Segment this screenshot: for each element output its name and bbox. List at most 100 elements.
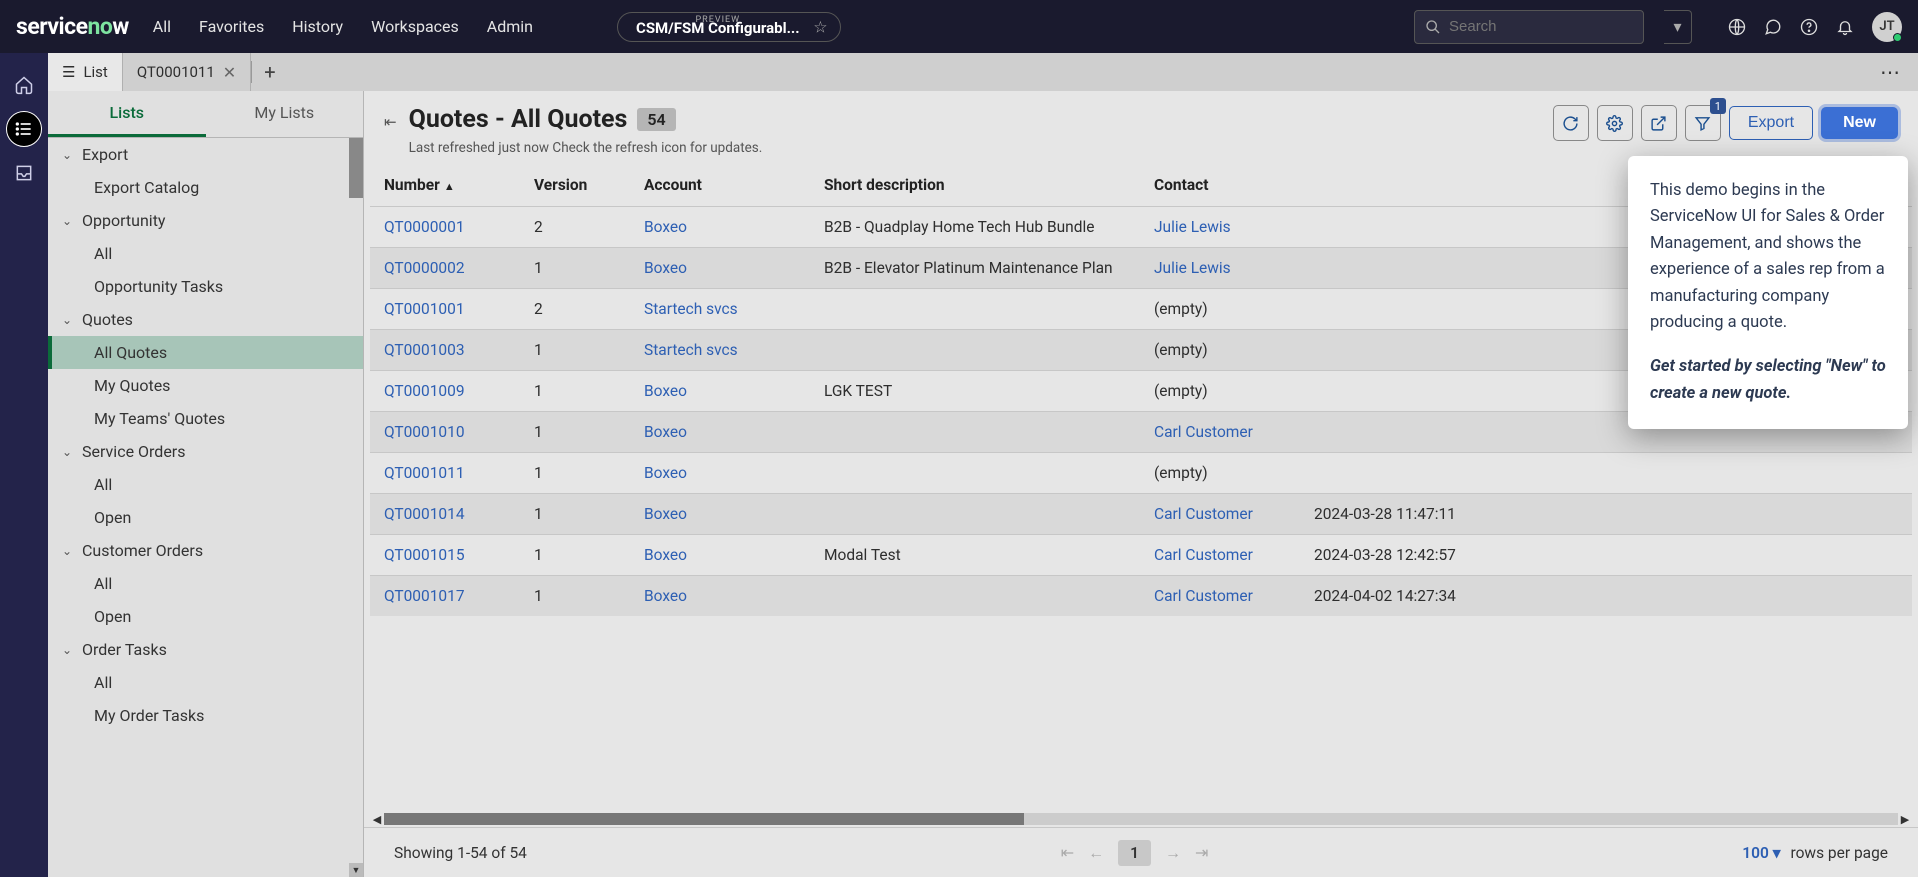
tree-item-opportunity-tasks[interactable]: Opportunity Tasks <box>48 270 363 303</box>
col-short-description[interactable]: Short description <box>810 164 1140 207</box>
table-row[interactable]: QT00010141BoxeoCarl Customer2024-03-28 1… <box>370 494 1912 535</box>
help-icon[interactable] <box>1800 18 1818 36</box>
cell-account[interactable]: Boxeo <box>630 412 810 453</box>
tree-item-opportunity[interactable]: ⌄Opportunity <box>48 204 363 237</box>
search-dropdown[interactable]: ▾ <box>1664 10 1692 44</box>
bell-icon[interactable] <box>1836 18 1854 36</box>
new-button[interactable]: New <box>1821 107 1898 139</box>
cell-contact[interactable]: Julie Lewis <box>1140 207 1300 248</box>
rows-per-page[interactable]: 100 ▾ rows per page <box>1742 844 1888 862</box>
cell-number[interactable]: QT0001015 <box>370 535 520 576</box>
col-number[interactable]: Number▲ <box>370 164 520 207</box>
collapse-sidebar-icon[interactable]: ⇤ <box>384 113 397 131</box>
pager-prev-icon[interactable]: ← <box>1088 843 1104 863</box>
scroll-down-icon[interactable]: ▼ <box>349 863 363 877</box>
cell-account[interactable]: Boxeo <box>630 576 810 617</box>
pager-next-icon[interactable]: → <box>1165 843 1181 863</box>
side-scrollbar[interactable] <box>349 138 363 198</box>
cell-contact[interactable]: Carl Customer <box>1140 494 1300 535</box>
tree-item-my-order-tasks[interactable]: My Order Tasks <box>48 699 363 732</box>
col-contact[interactable]: Contact <box>1140 164 1300 207</box>
tree-item-export-catalog[interactable]: Export Catalog <box>48 171 363 204</box>
close-icon[interactable]: ✕ <box>223 63 236 82</box>
workspace-pill[interactable]: PREVIEW CSM/FSM Configurabl... ☆ <box>617 12 841 42</box>
tree-item-open[interactable]: Open <box>48 600 363 633</box>
pager-last-icon[interactable]: ⇥ <box>1195 843 1208 862</box>
table-row[interactable]: QT00010111Boxeo(empty) <box>370 453 1912 494</box>
star-icon[interactable]: ☆ <box>813 17 827 36</box>
hscroll-track[interactable] <box>384 813 1898 825</box>
tree-item-quotes[interactable]: ⌄Quotes <box>48 303 363 336</box>
cell-number[interactable]: QT0001011 <box>370 453 520 494</box>
cell-number[interactable]: QT0001003 <box>370 330 520 371</box>
cell-number[interactable]: QT0000001 <box>370 207 520 248</box>
tab-record[interactable]: QT0001011 ✕ <box>123 53 251 91</box>
open-external-button[interactable] <box>1641 105 1677 141</box>
cell-number[interactable]: QT0001009 <box>370 371 520 412</box>
logo[interactable]: servicenow <box>16 13 129 40</box>
nav-history[interactable]: History <box>292 17 343 36</box>
nav-admin[interactable]: Admin <box>487 17 533 36</box>
cell-account[interactable]: Boxeo <box>630 453 810 494</box>
tree-item-my-quotes[interactable]: My Quotes <box>48 369 363 402</box>
cell-account[interactable]: Boxeo <box>630 207 810 248</box>
search-input[interactable] <box>1449 18 1648 35</box>
cell-number[interactable]: QT0001017 <box>370 576 520 617</box>
globe-icon[interactable] <box>1728 18 1746 36</box>
nav-workspaces[interactable]: Workspaces <box>371 17 459 36</box>
tree-item-all[interactable]: All <box>48 237 363 270</box>
tree-item-order-tasks[interactable]: ⌄Order Tasks <box>48 633 363 666</box>
tree-item-all-quotes[interactable]: All Quotes <box>48 336 363 369</box>
tree-item-all[interactable]: All <box>48 567 363 600</box>
cell-account[interactable]: Startech svcs <box>630 289 810 330</box>
cell-version: 2 <box>520 207 630 248</box>
side-tab-lists[interactable]: Lists <box>48 91 206 137</box>
side-tab-my-lists[interactable]: My Lists <box>206 91 364 137</box>
settings-button[interactable] <box>1597 105 1633 141</box>
cell-account[interactable]: Boxeo <box>630 248 810 289</box>
rail-inbox-icon[interactable] <box>6 155 42 191</box>
cell-account[interactable]: Boxeo <box>630 371 810 412</box>
cell-account[interactable]: Boxeo <box>630 494 810 535</box>
table-row[interactable]: QT00010171BoxeoCarl Customer2024-04-02 1… <box>370 576 1912 617</box>
tree-item-customer-orders[interactable]: ⌄Customer Orders <box>48 534 363 567</box>
pager-first-icon[interactable]: ⇤ <box>1061 843 1074 862</box>
cell-number[interactable]: QT0000002 <box>370 248 520 289</box>
cell-account[interactable]: Startech svcs <box>630 330 810 371</box>
tree-item-all[interactable]: All <box>48 666 363 699</box>
hscroll-right-icon[interactable]: ▶ <box>1898 813 1912 826</box>
table-horizontal-scrollbar[interactable]: ◀ ▶ <box>370 811 1912 827</box>
col-account[interactable]: Account <box>630 164 810 207</box>
nav-favorites[interactable]: Favorites <box>199 17 264 36</box>
nav-all[interactable]: All <box>153 17 171 36</box>
table-row[interactable]: QT00010151BoxeoModal TestCarl Customer20… <box>370 535 1912 576</box>
avatar[interactable]: JT <box>1872 12 1902 42</box>
hscroll-thumb[interactable] <box>384 813 1024 825</box>
search-box[interactable] <box>1414 10 1644 44</box>
cell-number[interactable]: QT0001001 <box>370 289 520 330</box>
filter-button[interactable]: 1 <box>1685 105 1721 141</box>
cell-contact[interactable]: Carl Customer <box>1140 535 1300 576</box>
cell-contact[interactable]: Carl Customer <box>1140 412 1300 453</box>
cell-number[interactable]: QT0001010 <box>370 412 520 453</box>
cell-version: 1 <box>520 412 630 453</box>
tab-list[interactable]: ☰ List <box>48 53 123 91</box>
export-button[interactable]: Export <box>1729 106 1813 140</box>
tree-item-export[interactable]: ⌄Export <box>48 138 363 171</box>
rail-home-icon[interactable] <box>6 67 42 103</box>
chat-icon[interactable] <box>1764 18 1782 36</box>
tree-item-my-teams-quotes[interactable]: My Teams' Quotes <box>48 402 363 435</box>
tree-item-service-orders[interactable]: ⌄Service Orders <box>48 435 363 468</box>
rail-list-icon[interactable] <box>6 111 42 147</box>
cell-contact[interactable]: Carl Customer <box>1140 576 1300 617</box>
cell-number[interactable]: QT0001014 <box>370 494 520 535</box>
cell-account[interactable]: Boxeo <box>630 535 810 576</box>
tree-item-all[interactable]: All <box>48 468 363 501</box>
tree-item-open[interactable]: Open <box>48 501 363 534</box>
tab-overflow[interactable]: ⋯ <box>1862 53 1918 91</box>
refresh-button[interactable] <box>1553 105 1589 141</box>
col-version[interactable]: Version <box>520 164 630 207</box>
hscroll-left-icon[interactable]: ◀ <box>370 813 384 826</box>
cell-contact[interactable]: Julie Lewis <box>1140 248 1300 289</box>
tab-add[interactable]: + <box>252 53 287 91</box>
